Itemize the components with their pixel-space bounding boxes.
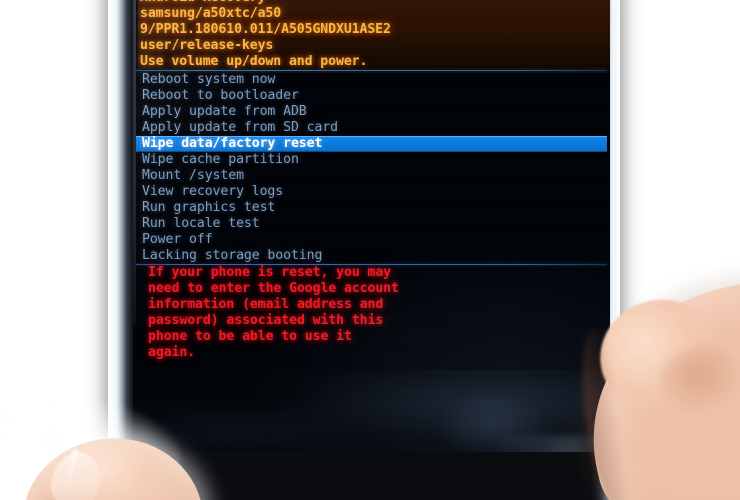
header-separator-rule: [136, 70, 607, 71]
phone-device: Android Recovery samsung/a50xtc/a50 9/PP…: [108, 0, 620, 500]
phone-screen: Android Recovery samsung/a50xtc/a50 9/PP…: [133, 0, 610, 452]
menu-item-power-off[interactable]: Power off: [136, 232, 607, 248]
header-line-device: samsung/a50xtc/a50: [140, 6, 282, 21]
menu-item-reboot-to-bootloader[interactable]: Reboot to bootloader: [136, 88, 607, 104]
menu-item-run-graphics-test[interactable]: Run graphics test: [136, 200, 607, 216]
menu-item-wipe-data-factory-reset[interactable]: Wipe data/factory reset: [136, 136, 607, 152]
recovery-menu: Reboot system now Reboot to bootloader A…: [136, 72, 607, 264]
right-hand-knuckle-shadow: [660, 346, 740, 416]
factory-reset-warning: If your phone is reset, you may need to …: [136, 265, 607, 361]
menu-item-mount-system[interactable]: Mount /system: [136, 168, 607, 184]
header-line-instructions: Use volume up/down and power.: [140, 54, 368, 69]
menu-item-apply-update-from-adb[interactable]: Apply update from ADB: [136, 104, 607, 120]
warning-line-4: password) associated with this: [148, 313, 384, 328]
header-line-keys: user/release-keys: [140, 38, 274, 53]
menu-item-reboot-system-now[interactable]: Reboot system now: [136, 72, 607, 88]
warning-line-1: If your phone is reset, you may: [148, 265, 392, 280]
recovery-header: Android Recovery samsung/a50xtc/a50 9/PP…: [138, 0, 610, 73]
menu-item-run-locale-test[interactable]: Run locale test: [136, 216, 607, 232]
menu-item-lacking-storage-booting[interactable]: Lacking storage booting: [136, 248, 607, 264]
warning-line-2: need to enter the Google account: [148, 281, 399, 296]
warning-line-5: phone to be able to use it: [148, 329, 352, 344]
warning-line-6: again.: [148, 345, 196, 360]
screenshot-scene: Android Recovery samsung/a50xtc/a50 9/PP…: [0, 0, 740, 500]
menu-item-wipe-cache-partition[interactable]: Wipe cache partition: [136, 152, 607, 168]
menu-item-view-recovery-logs[interactable]: View recovery logs: [136, 184, 607, 200]
warning-line-3: information (email address and: [148, 297, 384, 312]
menu-item-apply-update-from-sd[interactable]: Apply update from SD card: [136, 120, 607, 136]
header-line-build: 9/PPR1.180610.011/A505GNDXU1ASE2: [140, 22, 391, 37]
